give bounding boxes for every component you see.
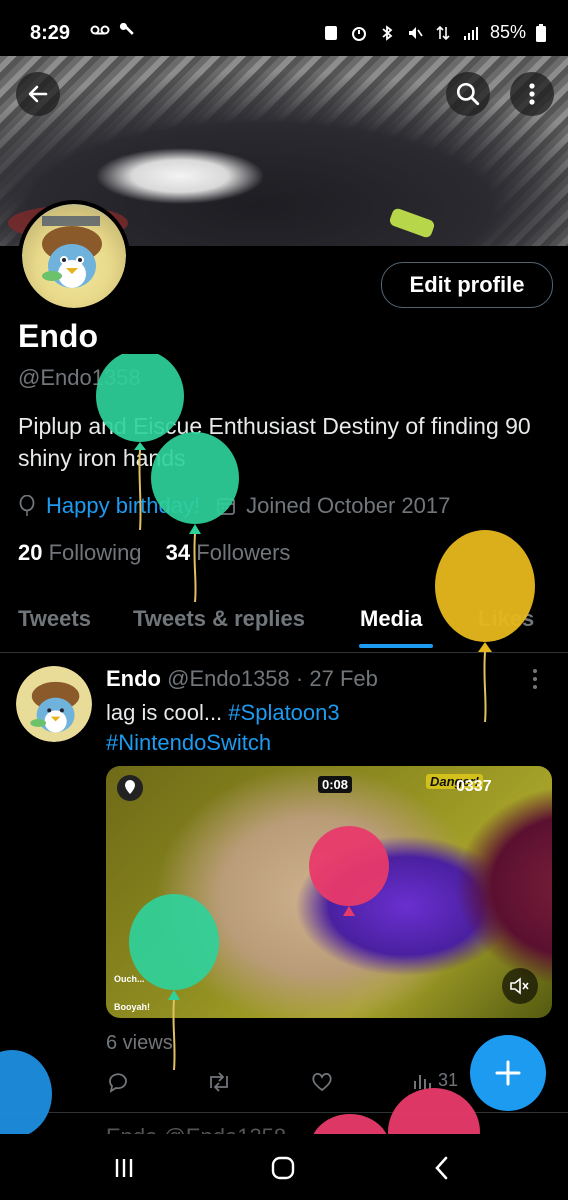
tweet-separator: · [295, 666, 304, 691]
profile-bio: Piplup and Eiscue Enthusiast Destiny of … [18, 413, 531, 471]
tweet-divider [0, 1112, 568, 1113]
hashtag-nintendoswitch[interactable]: #NintendoSwitch [106, 730, 271, 755]
tweet-avatar[interactable] [16, 666, 92, 742]
retweet-icon [210, 1072, 228, 1092]
recent-apps-button[interactable] [104, 1148, 144, 1188]
more-vertical-icon [533, 669, 537, 689]
bluetooth-icon [382, 24, 393, 41]
tab-tweets[interactable]: Tweets [18, 606, 91, 632]
game-score: 0337 [456, 778, 492, 795]
hashtag-splatoon3[interactable]: #Splatoon3 [228, 700, 339, 725]
back-arrow-icon [28, 85, 48, 103]
tab-media[interactable]: Media [360, 606, 422, 632]
like-button[interactable] [310, 1070, 334, 1094]
tweet-video[interactable]: 0:08 Danger! 0337 Ouch... Booyah! [106, 766, 552, 1018]
data-icon [436, 25, 450, 40]
tweet-author-handle[interactable]: @Endo1358 [167, 666, 290, 691]
tab-tweets-replies[interactable]: Tweets & replies [133, 606, 305, 632]
followers-label: Followers [196, 540, 291, 565]
home-icon [271, 1156, 295, 1180]
map-pin-icon [117, 775, 143, 801]
calendar-icon [217, 498, 235, 515]
plus-icon [495, 1060, 521, 1086]
piplup-avatar-image [22, 204, 126, 308]
recent-apps-icon [115, 1159, 133, 1177]
recycle-icon [324, 25, 337, 40]
voicemail-icon [90, 25, 110, 35]
search-icon [456, 82, 480, 106]
analytics-button[interactable]: 31 [412, 1070, 458, 1091]
chevron-left-icon [435, 1156, 448, 1180]
following-count: 20 [18, 540, 43, 565]
birthday-link[interactable]: Happy birthday! [46, 493, 200, 519]
status-time: 8:29 [30, 22, 71, 44]
tweet-author-name[interactable]: Endo [106, 666, 161, 691]
key-icon [119, 22, 134, 35]
profile-name: Endo [18, 318, 98, 354]
follow-counts: 20 Following 34 Followers [18, 540, 290, 566]
reply-icon [109, 1073, 127, 1093]
battery-percent: 85% [489, 22, 526, 42]
tab-likes[interactable]: Likes [478, 606, 534, 632]
heart-icon [312, 1072, 332, 1092]
status-left-icons [88, 22, 136, 38]
following-link[interactable]: 20 Following [18, 540, 142, 565]
back-nav-button[interactable] [422, 1148, 462, 1188]
tweet-date[interactable]: 27 Feb [309, 666, 378, 691]
mute-icon [408, 26, 423, 39]
signal-icon [463, 26, 478, 40]
volume-muted-icon [510, 977, 529, 995]
profile-handle: @Endo1358 [18, 365, 141, 390]
tweet-header: Endo @Endo1358 · 27 Feb [106, 666, 378, 692]
more-vertical-icon [529, 83, 535, 105]
alarm-icon [351, 26, 366, 41]
game-ouch: Ouch... [114, 974, 145, 984]
status-bar: 8:29 85% [0, 0, 568, 64]
game-booyah: Booyah! [114, 1002, 150, 1012]
more-options-button[interactable] [510, 72, 554, 116]
active-tab-indicator [359, 644, 433, 648]
battery-icon [536, 23, 546, 42]
android-nav-bar [0, 1134, 568, 1200]
compose-tweet-button[interactable] [470, 1035, 546, 1111]
joined-date: Joined October 2017 [246, 493, 451, 518]
status-right-icons: 85% [322, 22, 546, 43]
home-button[interactable] [263, 1148, 303, 1188]
balloon-icon [19, 495, 35, 516]
back-button[interactable] [16, 72, 60, 116]
profile-tabs: Tweets Tweets & replies Media Likes [0, 596, 568, 653]
video-mute-button[interactable] [502, 968, 538, 1004]
tweet-body: lag is cool... [106, 700, 223, 725]
game-timer: 0:08 [318, 776, 353, 793]
tweet-text: lag is cool... #Splatoon3 #NintendoSwitc… [106, 698, 536, 758]
balloon-blue [0, 1050, 52, 1138]
profile-meta: Happy birthday! Joined October 2017 [18, 493, 450, 519]
search-button[interactable] [446, 72, 490, 116]
piplup-avatar-icon [16, 666, 92, 742]
retweet-button[interactable] [206, 1070, 232, 1094]
tweet-more-button[interactable] [530, 668, 540, 696]
banner-tag [388, 207, 436, 239]
analytics-icon [414, 1074, 431, 1089]
profile-avatar[interactable] [18, 200, 130, 312]
analytics-count: 31 [438, 1070, 459, 1090]
followers-count: 34 [165, 540, 191, 565]
tweet-views: 6 views [106, 1032, 173, 1054]
edit-profile-button[interactable]: Edit profile [381, 262, 553, 308]
following-label: Following [48, 540, 142, 565]
reply-button[interactable] [106, 1070, 130, 1094]
followers-link[interactable]: 34 Followers [166, 540, 291, 565]
